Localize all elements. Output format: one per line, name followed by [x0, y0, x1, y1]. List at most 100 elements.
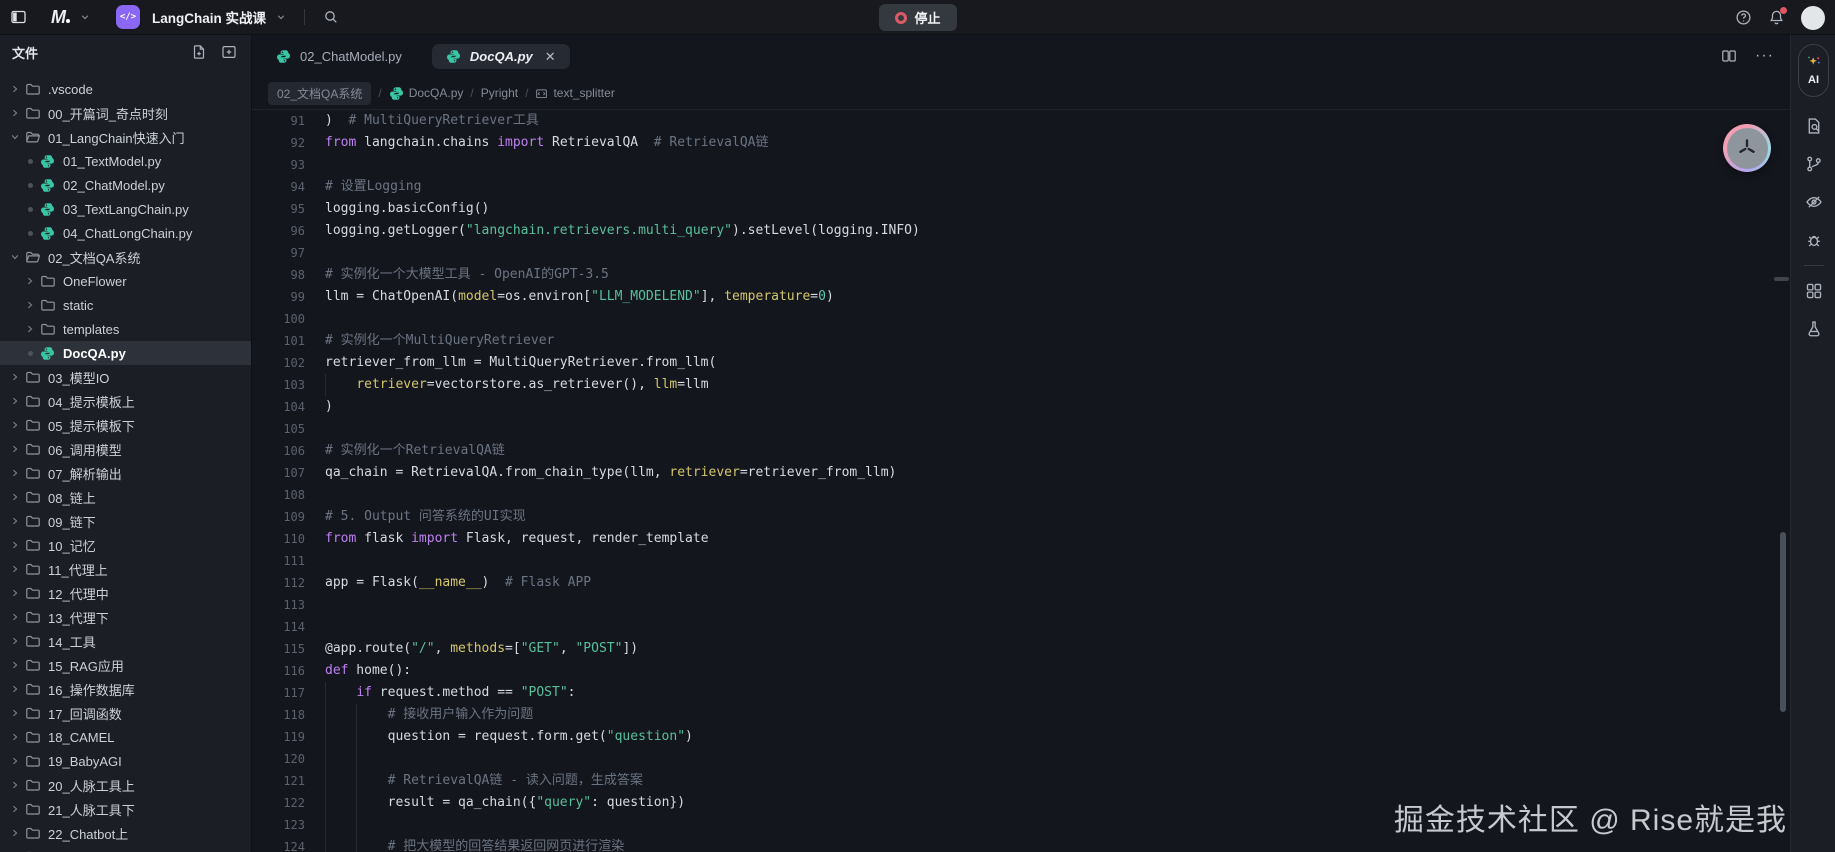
file-search-icon [1805, 117, 1823, 135]
tree-folder-row[interactable]: 09_链下 [0, 509, 252, 533]
tree-folder-row[interactable]: OneFlower [0, 269, 252, 293]
line-number: 107 [252, 462, 305, 484]
tree-folder-row[interactable]: 17_回调函数 [0, 701, 252, 725]
chevron-right-icon[interactable] [7, 708, 23, 718]
chevron-right-icon[interactable] [7, 684, 23, 694]
code-token: llm [654, 377, 677, 392]
notifications-bell-icon[interactable] [1768, 9, 1785, 26]
chevron-right-icon[interactable] [7, 516, 23, 526]
user-avatar[interactable] [1801, 6, 1825, 30]
project-name[interactable]: LangChain 实战课 [152, 7, 266, 27]
tree-file-row[interactable]: 02_ChatModel.py [0, 173, 252, 197]
code-text: ) [325, 396, 333, 418]
chevron-right-icon[interactable] [22, 324, 38, 334]
breadcrumb-segment[interactable]: 02_文档QA系统 [268, 82, 371, 105]
bug-button[interactable] [1791, 221, 1835, 259]
chevron-right-icon[interactable] [7, 732, 23, 742]
project-chevron-down-icon[interactable] [276, 12, 286, 22]
tab-close-icon[interactable]: ✕ [545, 50, 556, 63]
chevron-right-icon[interactable] [7, 588, 23, 598]
folder-icon [25, 561, 41, 577]
chevron-right-icon[interactable] [22, 300, 38, 310]
chevron-right-icon[interactable] [7, 564, 23, 574]
chevron-right-icon[interactable] [7, 492, 23, 502]
chevron-right-icon[interactable] [7, 372, 23, 382]
editor-tab-active[interactable]: DocQA.py✕ [432, 44, 570, 69]
indent-guide [356, 836, 357, 852]
search-icon[interactable] [323, 9, 339, 25]
chevron-right-icon[interactable] [7, 804, 23, 814]
chevron-right-icon[interactable] [7, 780, 23, 790]
chevron-right-icon[interactable] [7, 468, 23, 478]
tree-folder-row[interactable]: 21_人脉工具下 [0, 797, 252, 821]
breadcrumb-segment[interactable]: Pyright [481, 86, 518, 100]
tree-folder-row[interactable]: 18_CAMEL [0, 725, 252, 749]
tree-folder-row[interactable]: 14_工具 [0, 629, 252, 653]
code-line: 117 if request.method == "POST": [252, 682, 1790, 704]
git-branch-button[interactable] [1791, 145, 1835, 183]
chevron-down-icon[interactable] [7, 132, 23, 142]
tree-folder-row[interactable]: 22_Chatbot上 [0, 821, 252, 845]
file-search-button[interactable] [1791, 107, 1835, 145]
tree-file-row[interactable]: DocQA.py [0, 341, 252, 365]
chevron-right-icon[interactable] [7, 828, 23, 838]
chevron-right-icon[interactable] [7, 444, 23, 454]
tree-folder-row[interactable]: 11_代理上 [0, 557, 252, 581]
tree-folder-row[interactable]: 04_提示模板上 [0, 389, 252, 413]
chevron-right-icon[interactable] [7, 108, 23, 118]
new-file-icon[interactable] [191, 44, 207, 60]
tree-folder-row[interactable]: 08_链上 [0, 485, 252, 509]
tree-folder-row[interactable] [0, 845, 252, 852]
chevron-right-icon[interactable] [7, 660, 23, 670]
tree-folder-row[interactable]: 15_RAG应用 [0, 653, 252, 677]
split-editor-icon[interactable] [1721, 48, 1737, 64]
chevron-right-icon[interactable] [7, 540, 23, 550]
panel-toggle-icon[interactable] [10, 9, 27, 25]
chevron-right-icon[interactable] [7, 84, 23, 94]
floating-assistant-button[interactable] [1723, 124, 1771, 172]
tree-folder-row[interactable]: 10_记忆 [0, 533, 252, 557]
tree-folder-row[interactable]: .vscode [0, 77, 252, 101]
flask-button[interactable] [1791, 310, 1835, 348]
stop-button[interactable]: 停止 [878, 4, 956, 31]
chevron-down-icon[interactable] [7, 252, 23, 262]
tree-folder-row[interactable]: templates [0, 317, 252, 341]
code-area[interactable]: 91) # MultiQueryRetriever工具92from langch… [252, 110, 1790, 852]
tree-folder-row[interactable]: static [0, 293, 252, 317]
code-token: logging.basicConfig() [325, 201, 489, 216]
help-icon[interactable] [1735, 9, 1752, 26]
breadcrumb-segment[interactable]: text_splitter [535, 86, 614, 100]
chevron-right-icon[interactable] [22, 276, 38, 286]
tree-folder-row[interactable]: 05_提示模板下 [0, 413, 252, 437]
editor-tab[interactable]: 02_ChatModel.py [262, 44, 416, 69]
tree-folder-row[interactable]: 00_开篇词_奇点时刻 [0, 101, 252, 125]
chevron-right-icon[interactable] [7, 612, 23, 622]
chevron-right-icon[interactable] [7, 396, 23, 406]
chevron-right-icon[interactable] [7, 420, 23, 430]
tree-folder-row[interactable]: 19_BabyAGI [0, 749, 252, 773]
chevron-right-icon[interactable] [7, 636, 23, 646]
ai-assistant-button[interactable]: AI [1798, 44, 1829, 97]
tree-folder-row[interactable]: 13_代理下 [0, 605, 252, 629]
tree-folder-row[interactable]: 16_操作数据库 [0, 677, 252, 701]
tree-folder-row[interactable]: 20_人脉工具上 [0, 773, 252, 797]
editor-scrollbar[interactable] [1780, 532, 1786, 712]
tree-file-row[interactable]: 01_TextModel.py [0, 149, 252, 173]
code-token: # RetrievalQA链 - 读入问题，生成答案 [388, 773, 643, 788]
tree-file-row[interactable]: 04_ChatLongChain.py [0, 221, 252, 245]
tree-folder-row[interactable]: 06_调用模型 [0, 437, 252, 461]
logo-chevron-down-icon[interactable] [80, 12, 90, 22]
breadcrumb-segment[interactable]: DocQA.py [389, 86, 464, 101]
chevron-right-icon[interactable] [7, 756, 23, 766]
grid-button[interactable] [1791, 272, 1835, 310]
eye-off-button[interactable] [1791, 183, 1835, 221]
new-folder-icon[interactable] [221, 44, 237, 60]
editor-pane[interactable]: 02_ChatModel.pyDocQA.py✕ ··· 02_文档QA系统/D… [252, 35, 1790, 852]
marscode-logo[interactable]: M [51, 7, 70, 28]
tree-folder-row[interactable]: 01_LangChain快速入门 [0, 125, 252, 149]
tree-folder-row[interactable]: 12_代理中 [0, 581, 252, 605]
tree-folder-row[interactable]: 02_文档QA系统 [0, 245, 252, 269]
tree-folder-row[interactable]: 03_模型IO [0, 365, 252, 389]
tree-folder-row[interactable]: 07_解析输出 [0, 461, 252, 485]
tree-file-row[interactable]: 03_TextLangChain.py [0, 197, 252, 221]
